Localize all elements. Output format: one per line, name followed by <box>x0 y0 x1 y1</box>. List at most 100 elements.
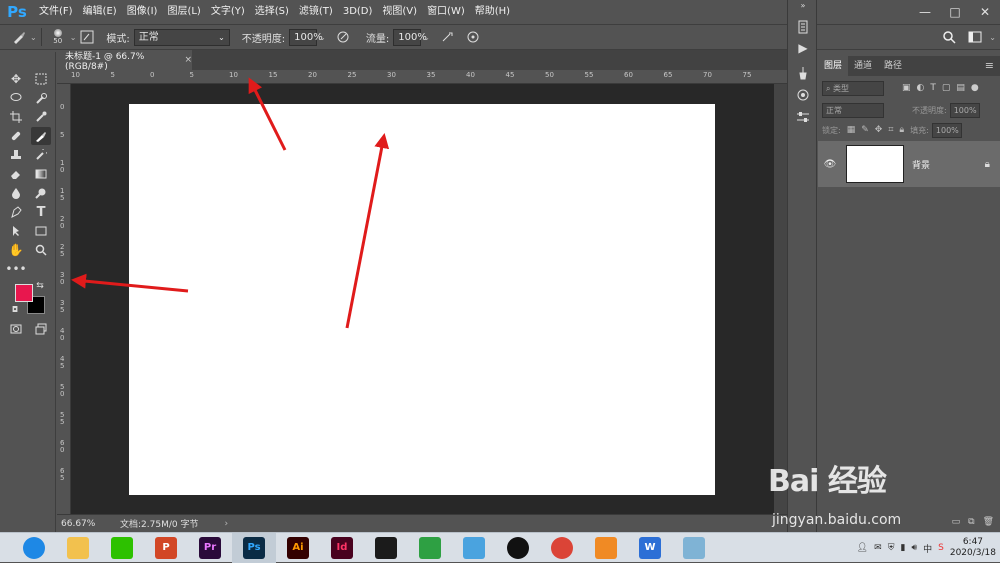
clock[interactable]: 6:47 2020/3/18 <box>950 537 996 559</box>
menu-layer[interactable]: 图层(L) <box>162 0 205 23</box>
brush-tool-icon[interactable] <box>8 26 30 48</box>
maximize-button[interactable]: □ <box>940 0 970 23</box>
taskbar-app-browser[interactable] <box>12 533 56 563</box>
zoom-level[interactable]: 66.67% <box>61 519 116 529</box>
filter-toggle-icon[interactable]: ● <box>971 83 979 93</box>
layer-lock-icon[interactable]: 🔒︎ <box>985 159 990 170</box>
menu-image[interactable]: 图像(I) <box>122 0 163 23</box>
quick-mask-icon[interactable] <box>6 320 26 338</box>
taskbar-app-explorer[interactable] <box>56 533 100 563</box>
taskbar-app-wps[interactable]: W <box>628 533 672 563</box>
eyedropper-icon[interactable] <box>31 108 51 126</box>
taskbar-app-app-orange[interactable] <box>584 533 628 563</box>
network-icon[interactable]: ▮ <box>900 543 905 553</box>
history-panel-icon[interactable] <box>793 18 813 36</box>
delete-layer-icon[interactable]: 🗑︎ <box>983 517 994 527</box>
menu-window[interactable]: 窗口(W) <box>422 0 470 23</box>
eraser-icon[interactable] <box>6 165 26 183</box>
gradient-tool-icon[interactable] <box>31 165 51 183</box>
vertical-ruler[interactable]: 0 5 1 0 1 5 2 0 2 5 3 0 3 5 4 0 4 5 5 0 5 5 6 0 6 5 <box>57 84 71 514</box>
healing-brush-icon[interactable] <box>6 127 26 145</box>
taskbar-app-app-cloud[interactable] <box>452 533 496 563</box>
blur-tool-icon[interactable] <box>6 184 26 202</box>
taskbar-app-illustrator[interactable]: Ai <box>276 533 320 563</box>
brush-tool-active-icon[interactable] <box>31 127 51 145</box>
clone-stamp-icon[interactable] <box>6 146 26 164</box>
blend-mode-select[interactable]: 正常 <box>822 102 884 118</box>
crop-tool-icon[interactable] <box>6 108 26 126</box>
search-icon[interactable] <box>938 26 960 48</box>
layer-opacity-input[interactable]: 100% <box>949 102 980 118</box>
volume-icon[interactable]: 🔊︎ <box>911 543 917 553</box>
lasso-tool-icon[interactable] <box>6 89 26 107</box>
security-icon[interactable]: ⛨ <box>888 543 895 553</box>
menu-select[interactable]: 选择(S) <box>250 0 294 23</box>
adjustments-panel-icon[interactable] <box>793 108 813 126</box>
quick-select-icon[interactable] <box>31 89 51 107</box>
tab-paths[interactable]: 路径 <box>878 56 908 76</box>
pressure-opacity-icon[interactable] <box>332 26 354 48</box>
new-layer-icon[interactable]: ⧉ <box>968 517 974 527</box>
brush-chevron-icon[interactable]: ⌄ <box>70 33 77 42</box>
lock-image-icon[interactable]: ✎ <box>861 125 869 135</box>
flow-input[interactable]: 100% <box>393 28 427 46</box>
lock-all-icon[interactable]: 🔒︎ <box>899 125 904 135</box>
taskbar-app-video-editor[interactable] <box>364 533 408 563</box>
taskbar-app-app-colorful[interactable] <box>408 533 452 563</box>
expand-panels-icon[interactable]: » <box>793 0 813 10</box>
marquee-tool-icon[interactable] <box>31 70 51 88</box>
foreground-color-swatch[interactable] <box>15 284 33 302</box>
menu-edit[interactable]: 编辑(E) <box>78 0 122 23</box>
lock-position-icon[interactable]: ✥ <box>875 125 883 135</box>
move-tool-icon[interactable]: ✥ <box>6 70 26 88</box>
menu-type[interactable]: 文字(Y) <box>206 0 250 23</box>
properties-panel-icon[interactable] <box>793 86 813 104</box>
menu-filter[interactable]: 滤镜(T) <box>294 0 338 23</box>
flow-chevron-icon[interactable]: ⌄ <box>423 33 430 42</box>
taskbar-app-powerpoint[interactable]: P <box>144 533 188 563</box>
screen-mode-icon[interactable] <box>31 320 51 338</box>
minimize-button[interactable]: — <box>910 0 940 23</box>
document-canvas[interactable] <box>129 104 715 495</box>
visibility-eye-icon[interactable]: 👁︎ <box>820 159 840 170</box>
workspace-chevron-icon[interactable]: ⌄ <box>989 33 996 42</box>
path-select-icon[interactable] <box>6 222 26 240</box>
brush-preset-picker[interactable]: 50 <box>46 29 70 45</box>
tab-channels[interactable]: 通道 <box>848 56 878 76</box>
panel-menu-icon[interactable]: ≡ <box>985 56 994 76</box>
layer-filter-select[interactable]: ⌕ 类型 <box>822 80 884 96</box>
new-group-icon[interactable]: ▭ <box>952 517 961 527</box>
zoom-tool-icon[interactable] <box>31 241 51 259</box>
workspace-icon[interactable] <box>964 26 986 48</box>
more-tools-icon[interactable]: ••• <box>5 260 26 278</box>
sogou-icon[interactable]: S <box>938 543 944 553</box>
menu-view[interactable]: 视图(V) <box>377 0 422 23</box>
brush-settings-panel-icon[interactable] <box>793 64 813 82</box>
layer-row-background[interactable]: 👁︎ 背景 🔒︎ <box>818 141 1000 187</box>
hand-tool-icon[interactable]: ✋ <box>6 241 26 259</box>
filter-adjustment-icon[interactable]: ◐ <box>917 83 925 93</box>
status-menu-arrow-icon[interactable]: › <box>224 519 228 529</box>
filter-type-icon[interactable]: T <box>930 83 936 93</box>
tab-layers[interactable]: 图层 <box>818 56 849 76</box>
airbrush-icon[interactable] <box>436 26 458 48</box>
document-tab[interactable]: 未标题-1 @ 66.7%(RGB/8#) × <box>57 50 192 72</box>
default-colors-icon[interactable]: ◘ <box>10 304 20 314</box>
close-button[interactable]: ✕ <box>970 0 1000 23</box>
pressure-size-icon[interactable] <box>462 26 484 48</box>
opacity-chevron-icon[interactable]: ⌄ <box>319 33 326 42</box>
taskbar-app-qq[interactable] <box>496 533 540 563</box>
type-tool-icon[interactable]: T <box>31 203 51 221</box>
menu-3d[interactable]: 3D(D) <box>338 0 378 23</box>
horizontal-ruler[interactable]: 10 5 0 5 10 15 20 25 30 35 40 45 50 55 60 65 70 75 <box>57 70 787 84</box>
tool-preset-chevron-icon[interactable]: ⌄ <box>30 33 37 42</box>
history-brush-icon[interactable] <box>31 146 51 164</box>
taskbar-app-chrome[interactable] <box>540 533 584 563</box>
swap-colors-icon[interactable]: ⇆ <box>34 280 46 292</box>
close-document-icon[interactable]: × <box>184 55 192 65</box>
fill-input[interactable]: 100% <box>931 122 962 138</box>
taskbar-app-premiere[interactable]: Pr <box>188 533 232 563</box>
pen-tool-icon[interactable] <box>6 203 26 221</box>
lock-artboard-icon[interactable]: ⌗ <box>888 125 893 135</box>
taskbar-app-photoshop[interactable]: Ps <box>232 532 276 563</box>
